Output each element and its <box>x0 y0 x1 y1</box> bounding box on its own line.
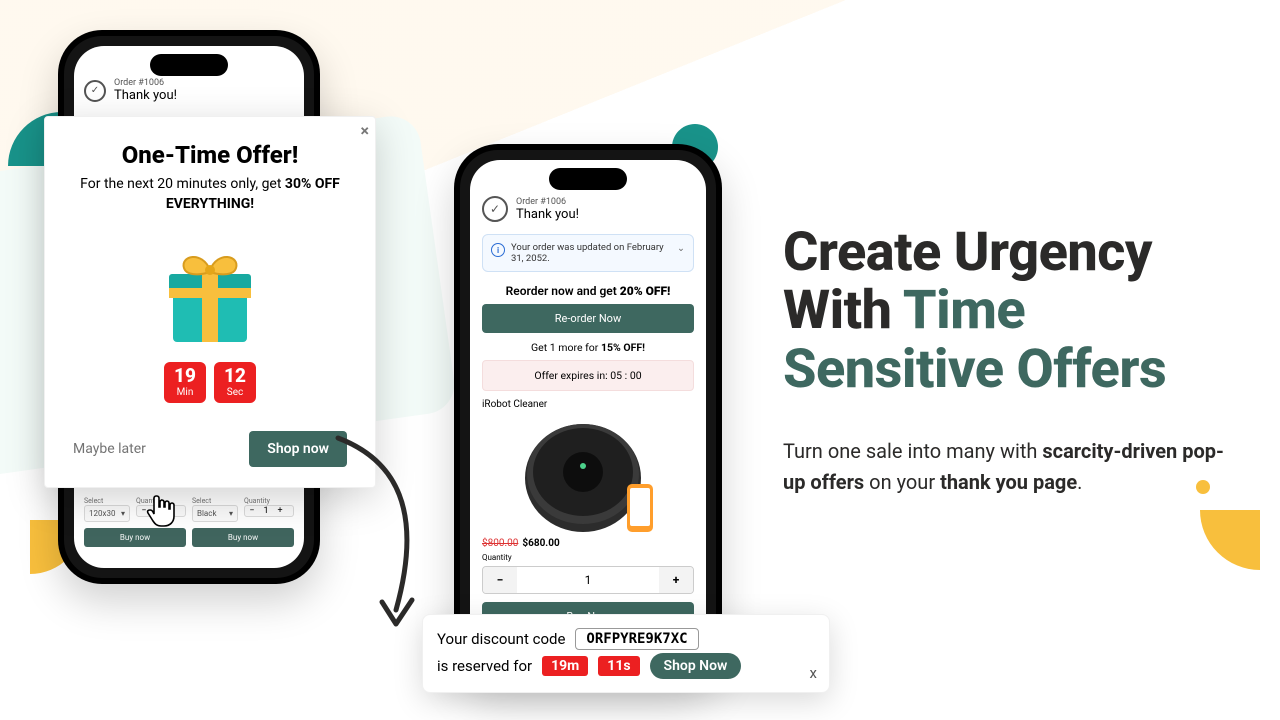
popup-title: One-Time Offer! <box>67 141 353 169</box>
chevron-down-icon: ▾ <box>229 509 233 518</box>
quantity-stepper[interactable]: − 1 + <box>482 566 694 594</box>
get-one-more: Get 1 more for 15% OFF! <box>482 341 694 354</box>
timer-sec: 11s <box>598 656 639 676</box>
reorder-headline: Reorder now and get 20% OFF! <box>482 284 694 298</box>
product-name: iRobot Cleaner <box>482 399 694 410</box>
check-icon: ✓ <box>84 80 106 102</box>
thank-you-text: Thank you! <box>114 88 177 103</box>
timer-sec: 12Sec <box>214 362 256 403</box>
chevron-down-icon: ▾ <box>121 509 125 518</box>
order-tag: Order #1006 <box>114 78 177 88</box>
dynamic-island <box>549 168 627 190</box>
buy-now-button[interactable]: Buy now <box>192 528 294 547</box>
order-tag: Order #1006 <box>516 197 579 207</box>
select-label: Select <box>192 497 238 505</box>
arrow-icon <box>326 430 466 630</box>
yellow-quarter-right <box>1200 510 1260 570</box>
order-update-alert[interactable]: i Your order was updated on February 31,… <box>482 234 694 272</box>
timer-min: 19Min <box>164 362 206 403</box>
reorder-button[interactable]: Re-order Now <box>482 304 694 333</box>
countdown: 19Min 12Sec <box>67 362 353 403</box>
subheadline: Turn one sale into many with scarcity-dr… <box>783 436 1243 498</box>
toast-line2: is reserved for <box>437 657 532 675</box>
qty-plus[interactable]: + <box>659 567 693 593</box>
gift-icon <box>67 236 353 348</box>
select-label: Select <box>84 497 130 505</box>
offer-expires: Offer expires in: 05 : 00 <box>482 360 694 391</box>
shop-now-button[interactable]: Shop Now <box>650 653 742 679</box>
qty-label: Quantity <box>482 553 694 562</box>
popup-body: For the next 20 minutes only, get 30% OF… <box>67 175 353 214</box>
thank-you-text: Thank you! <box>516 207 579 222</box>
check-icon: ✓ <box>482 196 508 222</box>
phone-right: ✓ Order #1006 Thank you! i Your order wa… <box>454 144 722 684</box>
variant-select[interactable]: 120x30▾ <box>84 505 130 522</box>
info-icon: i <box>491 243 505 257</box>
product-image <box>470 414 706 536</box>
chevron-down-icon: ⌄ <box>677 243 685 254</box>
buy-now-button[interactable]: Buy now <box>84 528 186 547</box>
qty-label: Quantity <box>244 497 294 505</box>
qty-value: 1 <box>517 567 659 593</box>
discount-toast: Your discount code ORFPYRE9K7XC is reser… <box>422 614 830 693</box>
headline: Create Urgency With Time Sensitive Offer… <box>783 224 1240 399</box>
toast-line1: Your discount code <box>437 630 565 648</box>
qty-minus[interactable]: − <box>483 567 517 593</box>
timer-min: 19m <box>542 656 588 676</box>
close-icon[interactable]: x <box>810 664 817 682</box>
price: $800.00$680.00 <box>482 538 694 549</box>
close-icon[interactable]: × <box>361 121 370 140</box>
maybe-later-link[interactable]: Maybe later <box>73 441 146 457</box>
quantity-stepper[interactable]: −1+ <box>244 505 294 517</box>
cursor-hand-icon <box>146 494 176 528</box>
color-select[interactable]: Black▾ <box>192 505 238 522</box>
discount-code[interactable]: ORFPYRE9K7XC <box>575 628 698 650</box>
